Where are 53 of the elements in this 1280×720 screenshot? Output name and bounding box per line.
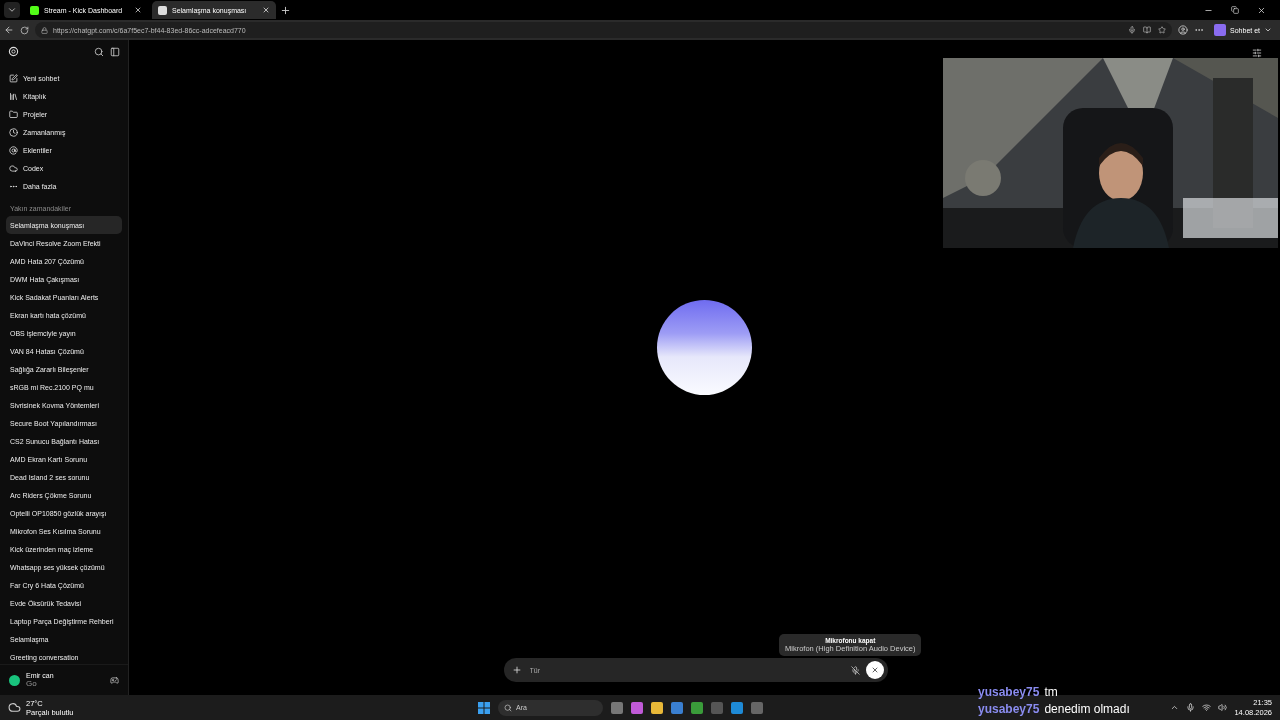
new-tab-icon[interactable]	[280, 4, 291, 16]
star-icon[interactable]	[1158, 26, 1167, 34]
browser-icon[interactable]	[731, 701, 743, 714]
chat-message: tm	[1044, 685, 1058, 699]
app-icon[interactable]	[691, 701, 703, 714]
chat-message: denedim olmadı	[1044, 702, 1130, 716]
profile-icon[interactable]	[1178, 25, 1189, 35]
logo-icon[interactable]	[8, 46, 19, 57]
chevron-down-icon	[7, 5, 17, 15]
end-voice-button[interactable]	[865, 661, 884, 679]
search-icon[interactable]	[94, 46, 104, 57]
app-icon[interactable]	[611, 701, 623, 714]
app-icon[interactable]	[631, 701, 643, 714]
pen-square-icon	[9, 73, 18, 83]
settings-icon[interactable]	[1252, 48, 1262, 58]
weather-icon[interactable]	[8, 701, 21, 714]
close-icon[interactable]	[1257, 5, 1266, 15]
library-icon	[9, 91, 18, 101]
clock-icon	[9, 127, 18, 137]
at-sign-icon	[9, 145, 18, 155]
copilot-icon	[1214, 24, 1227, 36]
reader-icon[interactable]	[1143, 26, 1152, 34]
chevron-up-icon[interactable]	[1170, 703, 1180, 712]
cloud-icon	[9, 163, 18, 173]
gamepad-icon[interactable]	[110, 675, 119, 685]
volume-icon[interactable]	[1218, 703, 1228, 712]
close-icon[interactable]	[134, 6, 142, 14]
folder-icon[interactable]	[651, 701, 663, 714]
lock-icon[interactable]	[41, 26, 48, 34]
folder-icon	[9, 109, 18, 119]
plus-icon[interactable]	[511, 665, 522, 675]
favicon-icon	[30, 5, 39, 15]
close-icon[interactable]	[262, 6, 270, 14]
store-icon[interactable]	[671, 701, 683, 714]
reload-icon[interactable]	[20, 25, 29, 35]
user-plan: Go	[26, 679, 38, 688]
close-icon	[870, 666, 879, 674]
mic-icon[interactable]	[1128, 26, 1137, 34]
mic-icon[interactable]	[1186, 703, 1196, 712]
avatar[interactable]	[9, 674, 20, 686]
chat-username: yusabey75	[978, 702, 1040, 716]
network-icon[interactable]	[1202, 703, 1212, 712]
sidebar-toggle-icon[interactable]	[110, 46, 120, 57]
restore-icon[interactable]	[1231, 5, 1239, 14]
search-icon	[504, 703, 512, 712]
chat-username: yusabey75	[978, 685, 1040, 699]
tab-list-button[interactable]	[4, 2, 20, 18]
chevron-down-icon	[1264, 26, 1272, 34]
favicon-icon	[158, 5, 167, 15]
app-icon[interactable]	[751, 701, 763, 714]
windows-icon[interactable]	[478, 701, 490, 714]
back-icon[interactable]	[4, 25, 14, 35]
mic-off-icon[interactable]	[850, 665, 860, 675]
